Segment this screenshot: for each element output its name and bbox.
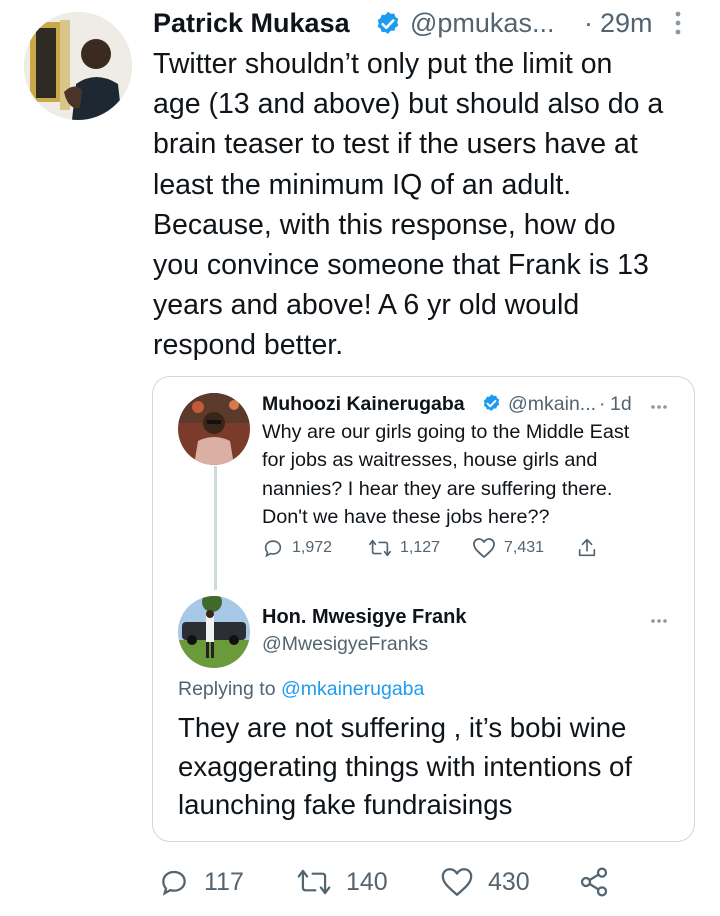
quoted-reply-line: launching fake fundraisings <box>178 789 513 821</box>
main-tweet-text: Twitter shouldn’t only put the limit on … <box>153 44 713 366</box>
replying-to-handle-link[interactable]: @mkainerugaba <box>281 678 424 700</box>
like-icon <box>440 866 474 898</box>
more-vertical-icon[interactable] <box>672 10 684 43</box>
more-horizontal-icon[interactable] <box>650 398 668 416</box>
main-author-avatar[interactable] <box>24 12 132 120</box>
main-text-line: years and above! A 6 yr old would <box>153 289 580 322</box>
quoted-share-action[interactable] <box>576 537 598 559</box>
share-icon <box>576 537 598 559</box>
quoted-reply-text: They are not suffering , it’s bobi wine … <box>178 709 688 825</box>
main-text-line: age (13 and above) but should also do a <box>153 88 664 121</box>
quoted-original-time[interactable]: 1d <box>610 392 632 416</box>
verified-badge-icon <box>374 10 402 43</box>
quoted-original-line: nannies? I hear they are suffering there… <box>262 477 613 500</box>
quoted-reply-action[interactable]: 1,972 <box>262 537 332 559</box>
main-reply-action[interactable]: 117 <box>158 866 244 898</box>
quoted-original-text: Why are our girls going to the Middle Ea… <box>262 418 682 531</box>
quoted-reply-count: 1,972 <box>292 539 333 556</box>
main-tweet-time[interactable]: 29m <box>600 6 653 40</box>
main-like-count: 430 <box>488 867 530 896</box>
main-retweet-count: 140 <box>346 867 388 896</box>
share-icon <box>578 866 610 898</box>
quoted-like-action[interactable]: 7,431 <box>472 537 544 559</box>
quoted-original-author-name[interactable]: Muhoozi Kainerugaba <box>262 392 465 416</box>
main-like-action[interactable]: 430 <box>440 866 530 898</box>
main-reply-count: 117 <box>204 867 244 896</box>
main-text-line: respond better. <box>153 329 344 362</box>
retweet-icon <box>368 537 392 559</box>
quoted-reply-line: They are not suffering , it’s bobi wine <box>178 712 627 743</box>
quoted-original-line: for jobs as waitresses, house girls and <box>262 449 598 472</box>
quoted-retweet-action[interactable]: 1,127 <box>368 537 440 559</box>
quoted-original-line: Don't we have these jobs here?? <box>262 505 550 528</box>
quoted-like-count: 7,431 <box>504 539 545 556</box>
quoted-original-separator: · <box>599 393 606 415</box>
main-separator: · <box>584 8 593 38</box>
quoted-retweet-count: 1,127 <box>400 539 441 556</box>
like-icon <box>472 537 496 559</box>
replying-to-line: Replying to @mkainerugaba <box>178 676 424 702</box>
main-text-line: Twitter shouldn’t only put the limit on <box>153 48 613 80</box>
main-text-line: least the minimum IQ of an adult. <box>153 168 572 201</box>
main-share-action[interactable] <box>578 866 610 898</box>
quoted-reply-line: exaggerating things with intentions of <box>178 750 633 782</box>
main-author-handle[interactable]: @pmukas... <box>410 6 554 40</box>
thread-connector-line <box>214 466 217 590</box>
reply-icon <box>262 537 284 559</box>
quoted-reply-avatar[interactable] <box>178 596 250 668</box>
more-horizontal-icon[interactable] <box>650 612 668 630</box>
main-retweet-action[interactable]: 140 <box>296 866 388 898</box>
reply-icon <box>158 866 190 898</box>
verified-badge-icon <box>481 393 502 419</box>
main-text-line: you convince someone that Frank is 13 <box>153 249 649 282</box>
main-text-line: Because, with this response, how do <box>153 208 616 241</box>
main-author-name[interactable]: Patrick Mukasa <box>153 6 350 40</box>
quoted-original-avatar[interactable] <box>178 393 250 465</box>
quoted-reply-handle[interactable]: @MwesigyeFranks <box>262 631 428 657</box>
main-text-line: brain teaser to test if the users have a… <box>153 128 638 161</box>
quoted-reply-author-name[interactable]: Hon. Mwesigye Frank <box>262 604 467 630</box>
replying-to-label: Replying to <box>178 678 276 700</box>
quoted-original-handle[interactable]: @mkain... <box>508 392 596 416</box>
retweet-icon <box>296 866 332 898</box>
quoted-original-line: Why are our girls going to the Middle Ea… <box>262 421 630 443</box>
